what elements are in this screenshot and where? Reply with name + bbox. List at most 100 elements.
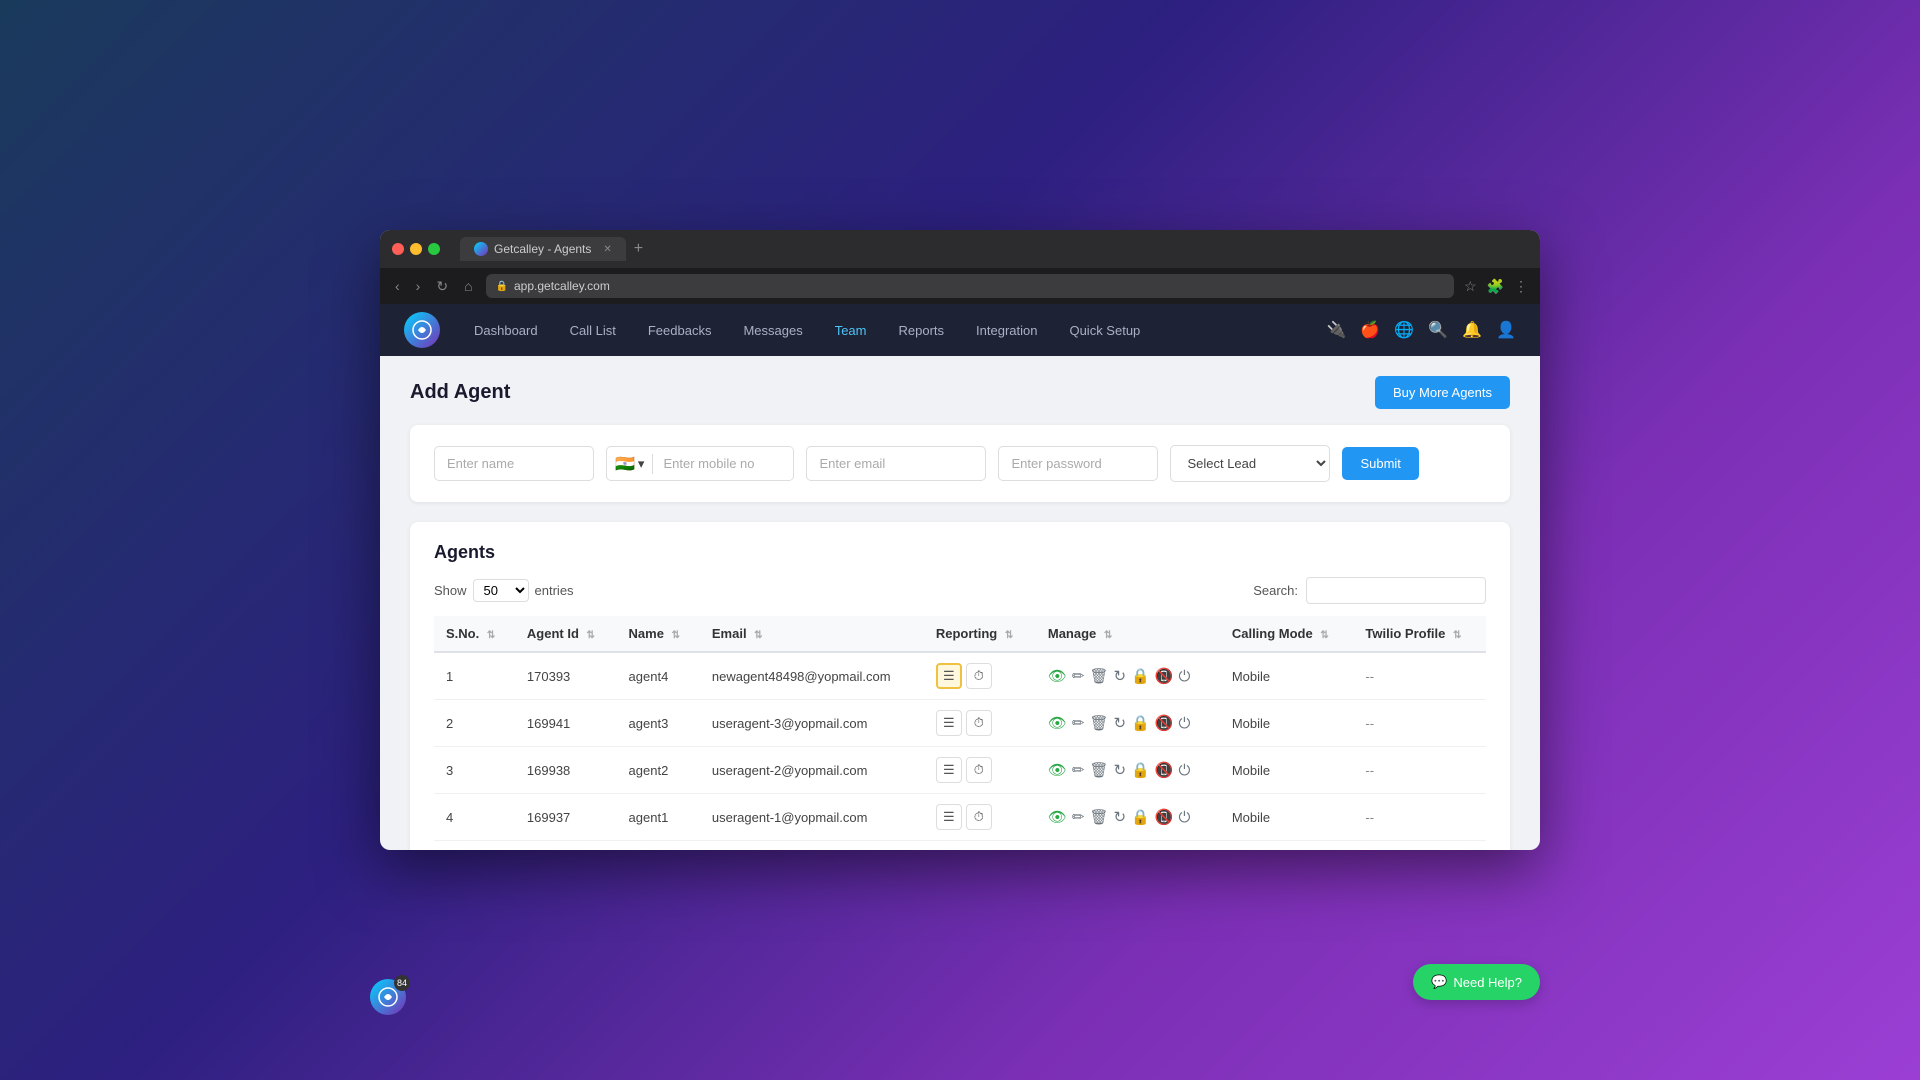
phone-icon[interactable]: 📵 <box>1155 714 1174 732</box>
active-tab[interactable]: Getcalley - Agents ✕ <box>460 237 626 261</box>
mobile-input[interactable] <box>653 447 793 480</box>
nav-dashboard[interactable]: Dashboard <box>460 317 552 344</box>
cell-agent-id: 169937 <box>515 794 617 841</box>
flag-prefix[interactable]: 🇮🇳 ▾ <box>607 454 653 474</box>
cell-manage: 👁 ✏ 🗑 ↻ 🔒 📵 ⏻ <box>1036 700 1220 747</box>
view-icon[interactable]: 👁 <box>1048 761 1067 779</box>
power-icon[interactable]: ⏻ <box>1179 762 1191 779</box>
phone-icon[interactable]: 📵 <box>1155 808 1174 826</box>
cell-email: useragent-3@yopmail.com <box>700 700 924 747</box>
logo-badge[interactable]: 84 <box>370 979 406 1015</box>
edit-icon[interactable]: ✏ <box>1072 761 1085 779</box>
delete-icon[interactable]: 🗑 <box>1090 667 1109 685</box>
cell-calling-mode: Mobile <box>1220 652 1354 700</box>
password-input[interactable] <box>998 446 1158 481</box>
cell-name: agent1 <box>617 794 700 841</box>
search-icon[interactable]: 🔍 <box>1428 320 1448 340</box>
col-twilio-profile[interactable]: Twilio Profile ⇅ <box>1353 616 1486 652</box>
edit-icon[interactable]: ✏ <box>1072 667 1085 685</box>
apple-icon[interactable]: 🍎 <box>1360 320 1380 340</box>
add-agent-header: Add Agent Buy More Agents <box>410 376 1510 409</box>
bookmark-icon[interactable]: ☆ <box>1464 278 1477 295</box>
lock-icon[interactable]: 🔒 <box>1131 667 1150 685</box>
refresh-icon[interactable]: ↻ <box>1114 761 1127 779</box>
entries-select[interactable]: 10 25 50 100 <box>473 579 529 602</box>
reporting-clock-icon[interactable]: ⏱ <box>966 663 992 689</box>
view-icon[interactable]: 👁 <box>1048 667 1067 685</box>
power-icon[interactable]: ⏻ <box>1179 809 1191 826</box>
phone-icon[interactable]: 📵 <box>1155 761 1174 779</box>
edit-icon[interactable]: ✏ <box>1072 714 1085 732</box>
refresh-icon[interactable]: ↻ <box>1114 808 1127 826</box>
lock-icon[interactable]: 🔒 <box>1131 808 1150 826</box>
reporting-list-icon[interactable]: ☰ <box>936 710 962 736</box>
select-lead-dropdown[interactable]: Select Lead <box>1170 445 1330 482</box>
need-help-button[interactable]: 💬 Need Help? <box>1413 964 1540 1000</box>
user-icon[interactable]: 👤 <box>1496 320 1516 340</box>
col-calling-mode[interactable]: Calling Mode ⇅ <box>1220 616 1354 652</box>
nav-team[interactable]: Team <box>821 317 881 344</box>
cell-name: agent2 <box>617 747 700 794</box>
globe-icon[interactable]: 🌐 <box>1394 320 1414 340</box>
nav-feedbacks[interactable]: Feedbacks <box>634 317 726 344</box>
reporting-list-icon[interactable]: ☰ <box>936 804 962 830</box>
agents-card: Agents Show 10 25 50 100 entries Search <box>410 522 1510 850</box>
reporting-clock-icon[interactable]: ⏱ <box>966 710 992 736</box>
col-sno[interactable]: S.No. ⇅ <box>434 616 515 652</box>
phone-icon[interactable]: 📵 <box>1155 667 1174 685</box>
menu-icon[interactable]: ⋮ <box>1514 278 1528 295</box>
view-icon[interactable]: 👁 <box>1048 808 1067 826</box>
reporting-list-icon[interactable]: ☰ <box>936 663 962 689</box>
bell-icon[interactable]: 🔔 <box>1462 322 1482 339</box>
view-icon[interactable]: 👁 <box>1048 714 1067 732</box>
home-button[interactable]: ⌂ <box>461 275 475 297</box>
close-window-button[interactable] <box>392 243 404 255</box>
buy-more-agents-button[interactable]: Buy More Agents <box>1375 376 1510 409</box>
reporting-clock-icon[interactable]: ⏱ <box>966 804 992 830</box>
search-input[interactable] <box>1306 577 1486 604</box>
reporting-clock-icon[interactable]: ⏱ <box>966 757 992 783</box>
delete-icon[interactable]: 🗑 <box>1090 808 1109 826</box>
minimize-window-button[interactable] <box>410 243 422 255</box>
flag-icon: 🇮🇳 <box>615 454 635 474</box>
puzzle-icon[interactable]: 🔌 <box>1326 320 1346 340</box>
back-button[interactable]: ‹ <box>392 275 403 297</box>
extensions-icon[interactable]: 🧩 <box>1487 278 1504 295</box>
nav-reports[interactable]: Reports <box>885 317 959 344</box>
nav-quick-setup[interactable]: Quick Setup <box>1055 317 1154 344</box>
add-agent-card: 🇮🇳 ▾ Select Lead Submit <box>410 425 1510 502</box>
cell-sno: 3 <box>434 747 515 794</box>
address-bar[interactable]: 🔒 app.getcalley.com <box>486 274 1454 298</box>
delete-icon[interactable]: 🗑 <box>1090 714 1109 732</box>
nav-integration[interactable]: Integration <box>962 317 1051 344</box>
nav-call-list[interactable]: Call List <box>556 317 630 344</box>
power-icon[interactable]: ⏻ <box>1179 715 1191 732</box>
app-logo[interactable] <box>404 312 440 348</box>
col-agent-id[interactable]: Agent Id ⇅ <box>515 616 617 652</box>
forward-button[interactable]: › <box>413 275 424 297</box>
name-input[interactable] <box>434 446 594 481</box>
col-name[interactable]: Name ⇅ <box>617 616 700 652</box>
maximize-window-button[interactable] <box>428 243 440 255</box>
edit-icon[interactable]: ✏ <box>1072 808 1085 826</box>
lock-icon[interactable]: 🔒 <box>1131 761 1150 779</box>
delete-icon[interactable]: 🗑 <box>1090 761 1109 779</box>
nav-right-icons: 🔌 🍎 🌐 🔍 🔔 👤 <box>1326 320 1516 340</box>
submit-button[interactable]: Submit <box>1342 447 1418 480</box>
col-email[interactable]: Email ⇅ <box>700 616 924 652</box>
power-icon[interactable]: ⏻ <box>1179 668 1191 685</box>
nav-messages[interactable]: Messages <box>729 317 816 344</box>
lock-icon[interactable]: 🔒 <box>1131 714 1150 732</box>
search-wrap: Search: <box>1253 577 1486 604</box>
email-input[interactable] <box>806 446 986 481</box>
refresh-icon[interactable]: ↻ <box>1114 714 1127 732</box>
col-reporting[interactable]: Reporting ⇅ <box>924 616 1036 652</box>
refresh-button[interactable]: ↻ <box>433 275 451 298</box>
tab-close-button[interactable]: ✕ <box>603 244 611 255</box>
cell-calling-mode: Mobile <box>1220 794 1354 841</box>
reporting-list-icon[interactable]: ☰ <box>936 757 962 783</box>
new-tab-button[interactable]: + <box>634 240 643 258</box>
cell-manage: 👁 ✏ 🗑 ↻ 🔒 📵 ⏻ <box>1036 794 1220 841</box>
refresh-icon[interactable]: ↻ <box>1114 667 1127 685</box>
col-manage[interactable]: Manage ⇅ <box>1036 616 1220 652</box>
